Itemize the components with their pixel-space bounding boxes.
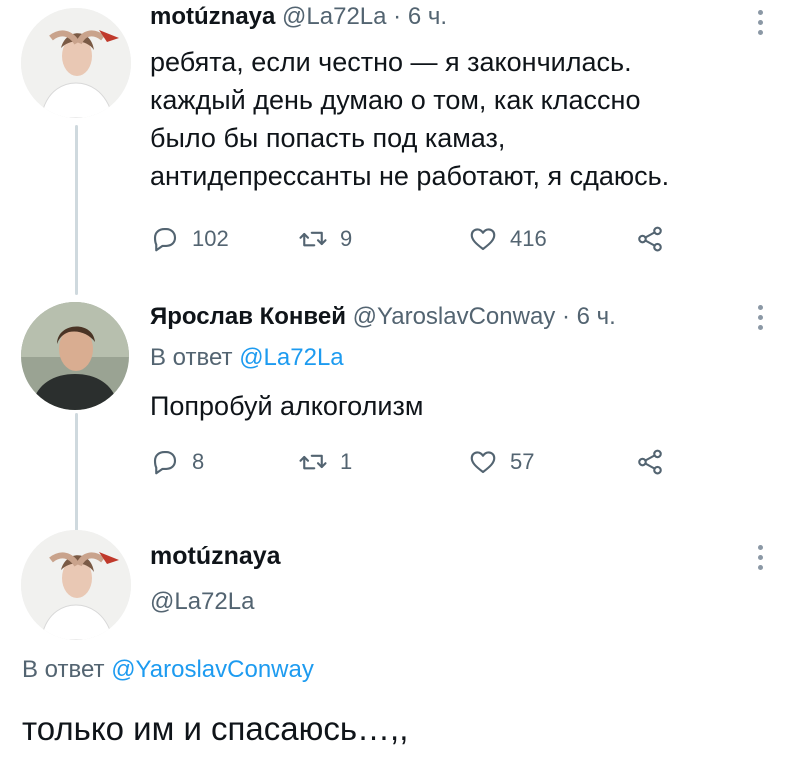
- thread-line: [75, 125, 78, 295]
- like-count: 416: [510, 226, 547, 251]
- author-handle[interactable]: @La72La: [150, 588, 254, 616]
- share-button[interactable]: [635, 447, 665, 477]
- author-handle[interactable]: @La72La: [282, 3, 386, 30]
- tweet-text: только им и спасаюсь…,,: [22, 710, 409, 747]
- tweet-header: Ярослав Конвей @YaroslavConway · 6 ч.: [150, 302, 616, 332]
- reply-prefix: В ответ: [150, 344, 233, 371]
- share-icon: [638, 449, 662, 475]
- author-name[interactable]: Ярослав Конвей: [150, 303, 346, 330]
- reply-count: 8: [192, 449, 205, 474]
- reply-count: 102: [192, 226, 229, 251]
- like-icon: [470, 451, 496, 474]
- retweet-button[interactable]: 1: [298, 447, 352, 477]
- reply-prefix: В ответ: [22, 656, 105, 683]
- more-icon[interactable]: [758, 10, 764, 35]
- like-button[interactable]: 57: [468, 447, 534, 477]
- tweet-header: motúznaya @La72La · 6 ч.: [150, 2, 447, 32]
- separator: ·: [561, 303, 570, 330]
- like-button[interactable]: 416: [468, 224, 547, 254]
- avatar[interactable]: [21, 8, 131, 118]
- tweet-text: ребята, если честно — я закончилась. каж…: [150, 47, 670, 191]
- author-name[interactable]: motúznaya: [150, 3, 275, 30]
- tweet-actions: 8 1 57: [150, 447, 670, 477]
- share-icon: [638, 226, 662, 252]
- retweet-icon: [299, 231, 327, 247]
- like-icon: [470, 228, 496, 251]
- timestamp[interactable]: 6 ч.: [577, 303, 616, 330]
- retweet-count: 9: [340, 226, 353, 251]
- like-count: 57: [510, 449, 535, 474]
- avatar[interactable]: [21, 530, 131, 640]
- reply-to-handle[interactable]: @YaroslavConway: [111, 656, 314, 683]
- author-name[interactable]: motúznaya: [150, 542, 281, 571]
- reply-to-handle[interactable]: @La72La: [239, 344, 343, 371]
- tweet-text: Попробуй алкоголизм: [150, 391, 424, 421]
- reply-icon: [153, 227, 177, 252]
- reply-button[interactable]: 8: [150, 447, 204, 477]
- avatar[interactable]: [21, 302, 129, 410]
- reply-icon: [153, 450, 177, 475]
- separator: ·: [393, 3, 402, 30]
- retweet-icon: [299, 454, 327, 470]
- more-icon[interactable]: [758, 305, 764, 330]
- timestamp[interactable]: 6 ч.: [408, 3, 447, 30]
- thread-line: [75, 413, 78, 531]
- reply-button[interactable]: 102: [150, 224, 229, 254]
- retweet-count: 1: [340, 449, 353, 474]
- retweet-button[interactable]: 9: [298, 224, 352, 254]
- tweet-actions: 102 9 416: [150, 224, 670, 254]
- reply-context: В ответ @La72La: [150, 343, 344, 373]
- reply-context: В ответ @YaroslavConway: [22, 656, 314, 684]
- more-icon[interactable]: [758, 545, 764, 570]
- author-handle[interactable]: @YaroslavConway: [353, 303, 556, 330]
- share-button[interactable]: [635, 224, 665, 254]
